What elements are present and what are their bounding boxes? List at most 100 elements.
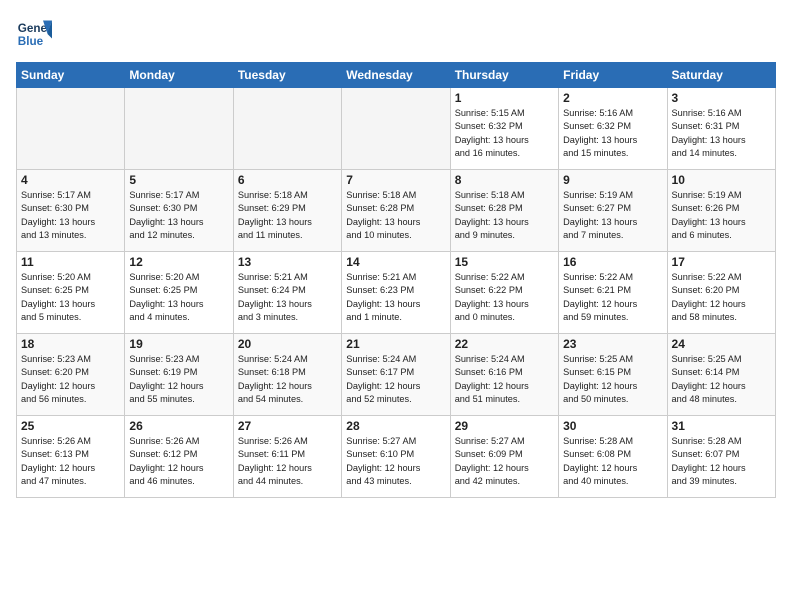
calendar-cell <box>17 88 125 170</box>
day-number: 17 <box>672 255 771 269</box>
day-number: 29 <box>455 419 554 433</box>
calendar-cell: 1 Sunrise: 5:15 AMSunset: 6:32 PMDaylight… <box>450 88 558 170</box>
calendar-cell: 8 Sunrise: 5:18 AMSunset: 6:28 PMDaylight… <box>450 170 558 252</box>
day-number: 10 <box>672 173 771 187</box>
day-info: Sunrise: 5:26 AMSunset: 6:12 PMDaylight:… <box>129 435 228 488</box>
day-info: Sunrise: 5:19 AMSunset: 6:26 PMDaylight:… <box>672 189 771 242</box>
calendar-cell: 15 Sunrise: 5:22 AMSunset: 6:22 PMDayligh… <box>450 252 558 334</box>
column-header-saturday: Saturday <box>667 63 775 88</box>
logo: General Blue <box>16 16 52 52</box>
day-number: 21 <box>346 337 445 351</box>
column-header-tuesday: Tuesday <box>233 63 341 88</box>
day-info: Sunrise: 5:28 AMSunset: 6:07 PMDaylight:… <box>672 435 771 488</box>
day-number: 8 <box>455 173 554 187</box>
day-number: 16 <box>563 255 662 269</box>
header-row: SundayMondayTuesdayWednesdayThursdayFrid… <box>17 63 776 88</box>
calendar-cell: 17 Sunrise: 5:22 AMSunset: 6:20 PMDayligh… <box>667 252 775 334</box>
day-number: 2 <box>563 91 662 105</box>
day-info: Sunrise: 5:27 AMSunset: 6:10 PMDaylight:… <box>346 435 445 488</box>
day-number: 18 <box>21 337 120 351</box>
day-number: 25 <box>21 419 120 433</box>
day-number: 19 <box>129 337 228 351</box>
calendar-cell: 31 Sunrise: 5:28 AMSunset: 6:07 PMDayligh… <box>667 416 775 498</box>
calendar-cell: 7Sunrise: 5:18 AMSunset: 6:28 PMDaylight… <box>342 170 450 252</box>
day-info: Sunrise: 5:27 AMSunset: 6:09 PMDaylight:… <box>455 435 554 488</box>
day-info: Sunrise: 5:20 AMSunset: 6:25 PMDaylight:… <box>129 271 228 324</box>
day-info: Sunrise: 5:19 AMSunset: 6:27 PMDaylight:… <box>563 189 662 242</box>
day-info: Sunrise: 5:15 AMSunset: 6:32 PMDaylight:… <box>455 107 554 160</box>
day-info: Sunrise: 5:23 AMSunset: 6:19 PMDaylight:… <box>129 353 228 406</box>
calendar-cell: 14 Sunrise: 5:21 AMSunset: 6:23 PMDayligh… <box>342 252 450 334</box>
calendar-cell: 18Sunrise: 5:23 AMSunset: 6:20 PMDayligh… <box>17 334 125 416</box>
calendar-cell: 21 Sunrise: 5:24 AMSunset: 6:17 PMDayligh… <box>342 334 450 416</box>
week-row-2: 4 Sunrise: 5:17 AMSunset: 6:30 PMDaylight… <box>17 170 776 252</box>
svg-text:Blue: Blue <box>18 35 44 48</box>
calendar-cell: 26Sunrise: 5:26 AMSunset: 6:12 PMDayligh… <box>125 416 233 498</box>
calendar-cell: 24Sunrise: 5:25 AMSunset: 6:14 PMDayligh… <box>667 334 775 416</box>
day-info: Sunrise: 5:22 AMSunset: 6:22 PMDaylight:… <box>455 271 554 324</box>
calendar-cell: 25Sunrise: 5:26 AMSunset: 6:13 PMDayligh… <box>17 416 125 498</box>
day-number: 30 <box>563 419 662 433</box>
day-number: 11 <box>21 255 120 269</box>
calendar-cell: 30Sunrise: 5:28 AMSunset: 6:08 PMDayligh… <box>559 416 667 498</box>
calendar-cell: 20 Sunrise: 5:24 AMSunset: 6:18 PMDayligh… <box>233 334 341 416</box>
column-header-thursday: Thursday <box>450 63 558 88</box>
day-info: Sunrise: 5:24 AMSunset: 6:18 PMDaylight:… <box>238 353 337 406</box>
calendar-cell: 3Sunrise: 5:16 AMSunset: 6:31 PMDaylight… <box>667 88 775 170</box>
day-info: Sunrise: 5:24 AMSunset: 6:17 PMDaylight:… <box>346 353 445 406</box>
day-info: Sunrise: 5:22 AMSunset: 6:20 PMDaylight:… <box>672 271 771 324</box>
week-row-3: 11 Sunrise: 5:20 AMSunset: 6:25 PMDayligh… <box>17 252 776 334</box>
day-number: 3 <box>672 91 771 105</box>
day-info: Sunrise: 5:17 AMSunset: 6:30 PMDaylight:… <box>21 189 120 242</box>
week-row-4: 18Sunrise: 5:23 AMSunset: 6:20 PMDayligh… <box>17 334 776 416</box>
column-header-wednesday: Wednesday <box>342 63 450 88</box>
day-info: Sunrise: 5:22 AMSunset: 6:21 PMDaylight:… <box>563 271 662 324</box>
logo-icon: General Blue <box>16 16 52 52</box>
week-row-5: 25Sunrise: 5:26 AMSunset: 6:13 PMDayligh… <box>17 416 776 498</box>
calendar-cell: 16 Sunrise: 5:22 AMSunset: 6:21 PMDayligh… <box>559 252 667 334</box>
day-info: Sunrise: 5:25 AMSunset: 6:15 PMDaylight:… <box>563 353 662 406</box>
calendar-cell <box>342 88 450 170</box>
calendar-cell: 5 Sunrise: 5:17 AMSunset: 6:30 PMDaylight… <box>125 170 233 252</box>
day-number: 5 <box>129 173 228 187</box>
day-number: 22 <box>455 337 554 351</box>
day-number: 24 <box>672 337 771 351</box>
day-number: 20 <box>238 337 337 351</box>
day-number: 27 <box>238 419 337 433</box>
day-info: Sunrise: 5:18 AMSunset: 6:29 PMDaylight:… <box>238 189 337 242</box>
calendar-cell: 9 Sunrise: 5:19 AMSunset: 6:27 PMDaylight… <box>559 170 667 252</box>
calendar-cell: 11 Sunrise: 5:20 AMSunset: 6:25 PMDayligh… <box>17 252 125 334</box>
day-number: 6 <box>238 173 337 187</box>
day-info: Sunrise: 5:18 AMSunset: 6:28 PMDaylight:… <box>346 189 445 242</box>
calendar-cell: 10 Sunrise: 5:19 AMSunset: 6:26 PMDayligh… <box>667 170 775 252</box>
day-number: 23 <box>563 337 662 351</box>
column-header-friday: Friday <box>559 63 667 88</box>
header: General Blue <box>16 16 776 52</box>
day-info: Sunrise: 5:24 AMSunset: 6:16 PMDaylight:… <box>455 353 554 406</box>
day-number: 1 <box>455 91 554 105</box>
week-row-1: 1 Sunrise: 5:15 AMSunset: 6:32 PMDaylight… <box>17 88 776 170</box>
calendar-cell: 27Sunrise: 5:26 AMSunset: 6:11 PMDayligh… <box>233 416 341 498</box>
day-number: 31 <box>672 419 771 433</box>
calendar-cell: 4 Sunrise: 5:17 AMSunset: 6:30 PMDaylight… <box>17 170 125 252</box>
calendar-cell <box>233 88 341 170</box>
column-header-sunday: Sunday <box>17 63 125 88</box>
calendar-cell: 2Sunrise: 5:16 AMSunset: 6:32 PMDaylight… <box>559 88 667 170</box>
day-info: Sunrise: 5:20 AMSunset: 6:25 PMDaylight:… <box>21 271 120 324</box>
calendar-cell: 28Sunrise: 5:27 AMSunset: 6:10 PMDayligh… <box>342 416 450 498</box>
calendar-cell: 22 Sunrise: 5:24 AMSunset: 6:16 PMDayligh… <box>450 334 558 416</box>
day-number: 4 <box>21 173 120 187</box>
day-number: 15 <box>455 255 554 269</box>
day-info: Sunrise: 5:17 AMSunset: 6:30 PMDaylight:… <box>129 189 228 242</box>
day-number: 13 <box>238 255 337 269</box>
calendar-cell: 6 Sunrise: 5:18 AMSunset: 6:29 PMDaylight… <box>233 170 341 252</box>
day-info: Sunrise: 5:21 AMSunset: 6:24 PMDaylight:… <box>238 271 337 324</box>
day-number: 12 <box>129 255 228 269</box>
day-info: Sunrise: 5:18 AMSunset: 6:28 PMDaylight:… <box>455 189 554 242</box>
calendar-cell: 29 Sunrise: 5:27 AMSunset: 6:09 PMDayligh… <box>450 416 558 498</box>
day-number: 14 <box>346 255 445 269</box>
day-info: Sunrise: 5:21 AMSunset: 6:23 PMDaylight:… <box>346 271 445 324</box>
calendar-cell: 13 Sunrise: 5:21 AMSunset: 6:24 PMDayligh… <box>233 252 341 334</box>
calendar-table: SundayMondayTuesdayWednesdayThursdayFrid… <box>16 62 776 498</box>
day-number: 9 <box>563 173 662 187</box>
